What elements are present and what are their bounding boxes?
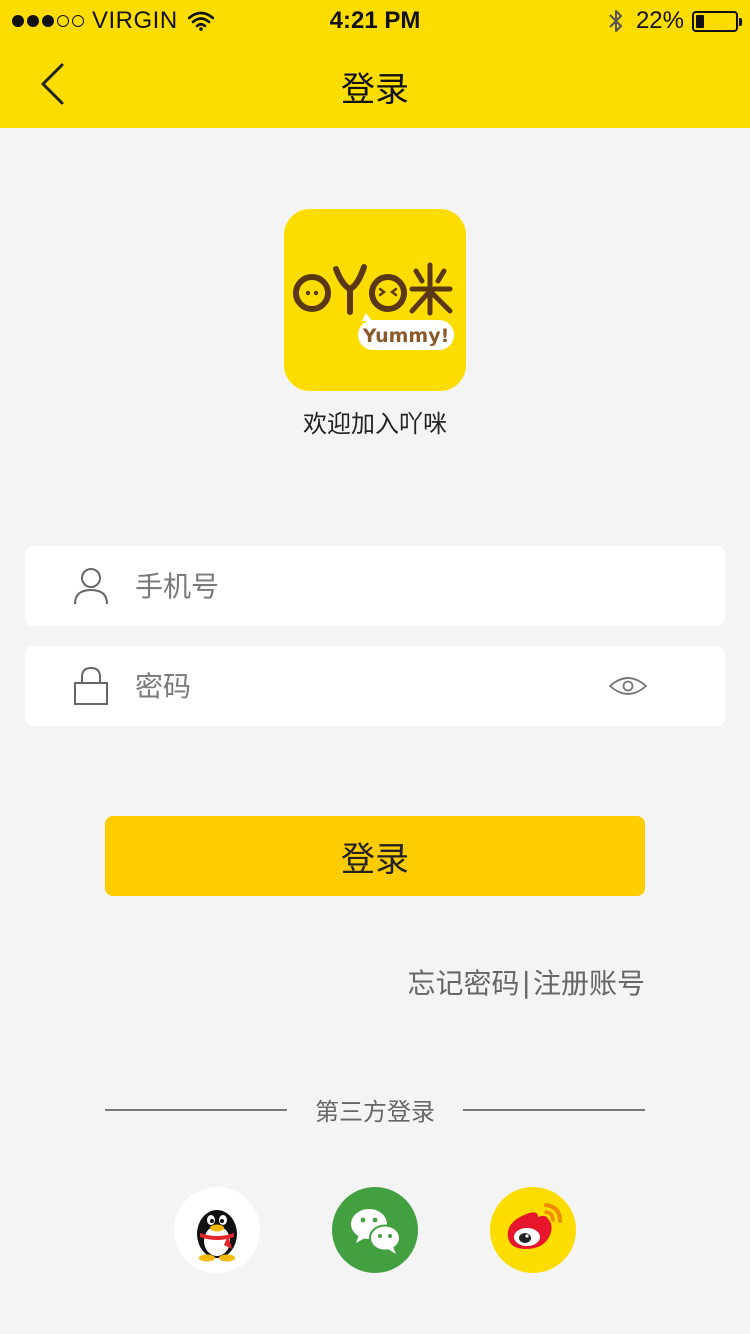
status-bar: VIRGIN 4:21 PM 22% — [0, 0, 750, 40]
battery-icon — [692, 10, 742, 32]
app-logo: Yummy! — [284, 209, 466, 391]
status-right: 22% — [608, 7, 742, 35]
wechat-login-button[interactable] — [332, 1187, 418, 1273]
qq-login-button[interactable] — [174, 1187, 260, 1273]
login-button[interactable]: 登录 — [105, 816, 645, 896]
logo-graphic: Yummy! — [293, 262, 454, 350]
navigation-bar: 登录 — [0, 40, 750, 128]
weibo-login-button[interactable] — [490, 1187, 576, 1273]
welcome-text: 欢迎加入吖咪 — [303, 410, 447, 438]
lock-icon — [74, 666, 108, 705]
bluetooth-icon — [609, 10, 622, 32]
user-icon — [74, 568, 108, 605]
qq-penguin-icon — [197, 1210, 237, 1262]
weibo-icon — [507, 1203, 562, 1249]
wechat-icon — [351, 1209, 401, 1254]
logo-tagline: Yummy! — [362, 325, 450, 347]
phone-input[interactable] — [135, 564, 595, 608]
phone-field — [25, 546, 725, 626]
battery-percentage: 22% — [635, 7, 684, 34]
page-title: 登录 — [341, 70, 409, 110]
third-party-divider: 第三方登录 — [105, 1092, 645, 1128]
divider-line-right — [463, 1109, 645, 1111]
battery-fill — [696, 14, 704, 28]
top-bar: VIRGIN 4:21 PM 22% 登录 — [0, 0, 750, 128]
register-link[interactable]: 注册账号 — [533, 962, 645, 1002]
links-separator: | — [521, 965, 531, 999]
account-links: 忘记密码 | 注册账号 — [408, 962, 645, 1002]
show-password-eye-icon[interactable] — [609, 674, 647, 698]
forgot-password-link[interactable]: 忘记密码 — [408, 962, 520, 1002]
password-field — [25, 646, 725, 726]
password-input[interactable] — [135, 664, 595, 708]
